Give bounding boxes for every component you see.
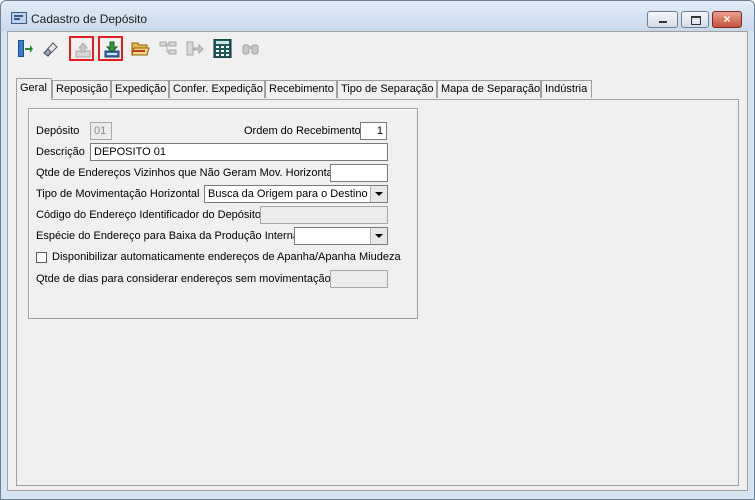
eraser-button[interactable] [38,36,63,61]
qtde-dias-field [330,270,388,288]
insert-button[interactable] [69,36,94,61]
close-button[interactable]: × [712,11,742,28]
eraser-icon [43,42,58,57]
save-icon [104,41,120,58]
tab-mapa-separacao[interactable]: Mapa de Separação [437,80,541,98]
deposito-field: 01 [90,122,112,140]
especie-endereco-label: Espécie do Endereço para Baixa da Produç… [36,230,299,242]
main-window: Cadastro de Depósito × Geral Reposição E… [0,0,755,500]
disponibilizar-label[interactable]: Disponibilizar automaticamente endereços… [52,250,401,264]
tipo-movimentacao-value: Busca da Origem para o Destino [208,188,368,200]
tree-button[interactable] [156,36,181,61]
tab-expedicao[interactable]: Expedição [111,80,169,98]
open-folder-icon [131,42,150,56]
tipo-movimentacao-label: Tipo de Movimentação Horizontal [36,188,200,200]
client-area: Geral Reposição Expedição Confer. Expedi… [7,31,748,491]
binoculars-icon [242,44,259,55]
tab-recebimento[interactable]: Recebimento [265,80,337,98]
qtde-vizinhos-label: Qtde de Endereços Vizinhos que Não Geram… [36,167,336,179]
tree-icon [159,41,177,55]
calculator-icon [213,39,232,58]
toolbar [8,32,747,64]
exit-icon [18,40,33,57]
tipo-movimentacao-select[interactable]: Busca da Origem para o Destino [204,185,388,203]
transfer-icon [186,41,204,56]
disponibilizar-checkbox[interactable] [36,252,47,263]
tab-tipo-separacao[interactable]: Tipo de Separação [337,80,437,98]
calculator-button[interactable] [210,36,235,61]
maximize-icon [691,16,701,25]
tab-reposicao[interactable]: Reposição [52,80,111,98]
codigo-endereco-field [260,206,388,224]
window-title: Cadastro de Depósito [31,12,148,26]
chevron-down-icon[interactable] [370,228,387,244]
app-icon [11,12,27,24]
qtde-vizinhos-field[interactable] [330,164,388,182]
descricao-field[interactable]: DEPOSITO 01 [90,143,388,161]
tab-geral[interactable]: Geral [16,78,52,100]
title-bar[interactable]: Cadastro de Depósito × [1,1,754,31]
tab-confer-expedicao[interactable]: Confer. Expedição [169,80,265,98]
codigo-endereco-label: Código do Endereço Identificador do Depó… [36,209,262,221]
ordem-recebimento-label: Ordem do Recebimento [244,125,361,137]
qtde-dias-label: Qtde de dias para considerar endereços s… [36,273,331,285]
exit-button[interactable] [12,36,37,61]
chevron-down-icon[interactable] [370,186,387,202]
close-icon: × [723,12,731,26]
descricao-label: Descrição [36,146,85,158]
binoculars-button[interactable] [238,36,263,61]
tab-panel-geral: Depósito 01 Ordem do Recebimento 1 Descr… [16,99,739,486]
deposito-label: Depósito [36,125,80,137]
save-button[interactable] [98,36,123,61]
minimize-icon [659,21,667,23]
maximize-button[interactable] [681,11,709,28]
minimize-button[interactable] [647,11,678,28]
tab-industria[interactable]: Indústria [541,80,592,98]
insert-icon [75,42,91,58]
transfer-button[interactable] [182,36,207,61]
open-folder-button[interactable] [128,36,153,61]
ordem-recebimento-field[interactable]: 1 [360,122,387,140]
general-group-box: Depósito 01 Ordem do Recebimento 1 Descr… [28,108,418,319]
especie-endereco-select[interactable] [294,227,388,245]
